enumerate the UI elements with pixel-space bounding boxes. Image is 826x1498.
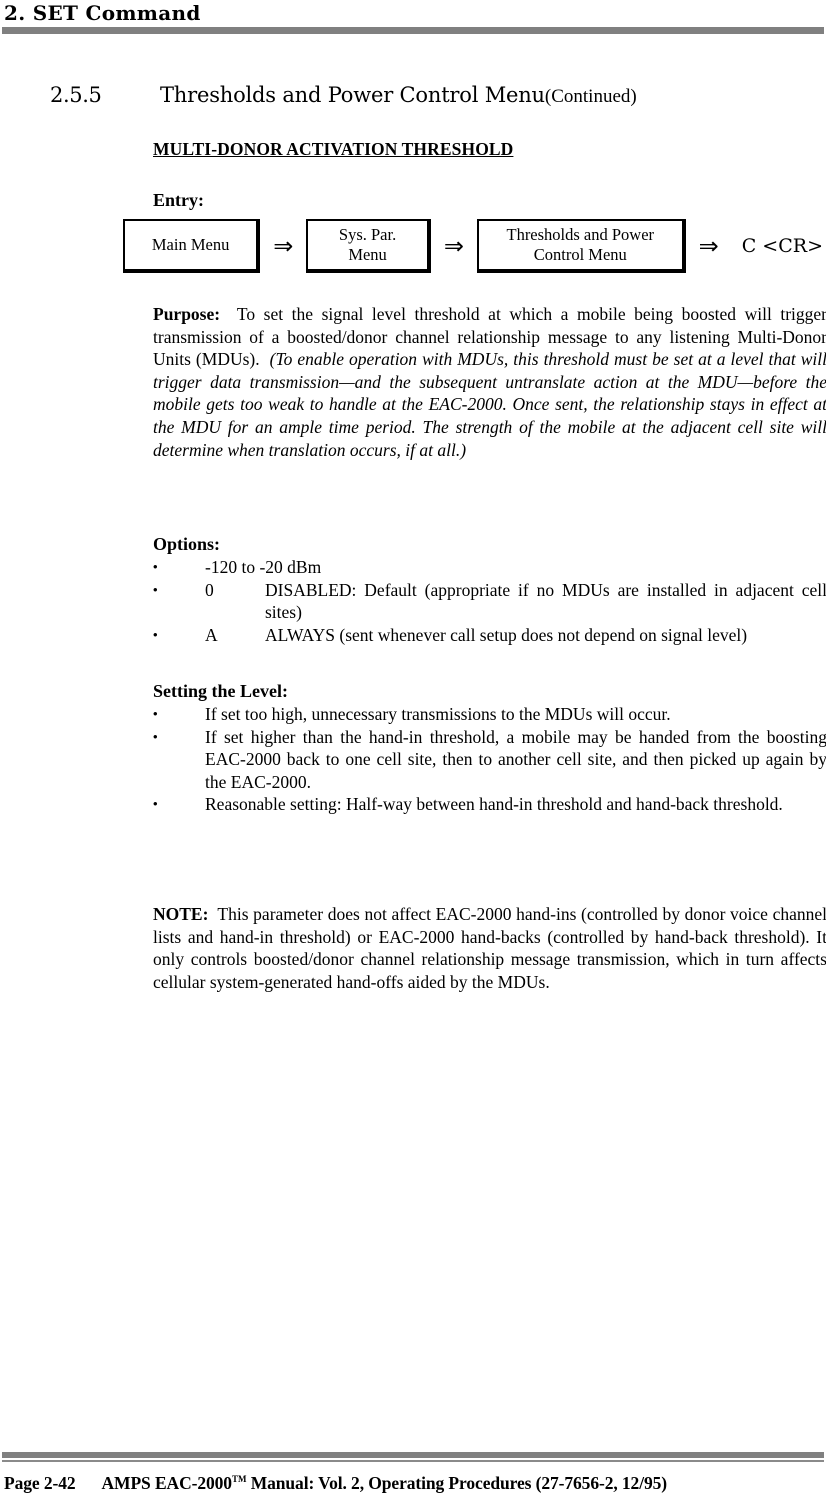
options-list-item: • 0 DISABLED: Default (appropriate if no… — [153, 579, 826, 624]
parameter-name: MULTI-DONOR ACTIVATION THRESHOLD — [153, 139, 514, 159]
flow-box-thresholds-line2: Control Menu — [533, 245, 627, 264]
section-number: 2.5.5 — [50, 83, 102, 107]
parameter-heading-wrap: MULTI-DONOR ACTIVATION THRESHOLD Entry: — [153, 138, 826, 211]
flow-arrow-icon-1: ⇒ — [273, 232, 294, 260]
footer-manual-title-part1: AMPS EAC-2000 — [101, 1473, 233, 1493]
flow-arrow-icon-2: ⇒ — [443, 232, 464, 260]
note-section: NOTE: This parameter does not affect EAC… — [153, 903, 826, 993]
footer-manual-title-part2: Manual: Vol. 2, Operating Procedures (27… — [246, 1473, 667, 1493]
flow-box-sys-par-menu: Sys. Par. Menu — [306, 219, 431, 273]
flow-box-main-menu-label: Main Menu — [151, 235, 230, 254]
flow-command-keystroke: C <CR> — [741, 235, 823, 257]
flow-box-sys-par-menu-line2: Menu — [348, 245, 387, 264]
options-label: Options: — [153, 534, 221, 554]
options-item-text: ALWAYS (sent whenever call setup does no… — [265, 624, 748, 645]
flow-box-thresholds-line1: Thresholds and Power — [506, 225, 655, 244]
bullet-icon: • — [153, 796, 158, 812]
flow-box-main-menu: Main Menu — [123, 219, 261, 273]
entry-path-diagram: Main Menu ⇒ Sys. Par. Menu ⇒ Thresholds … — [123, 219, 823, 273]
note-text: This parameter does not affect EAC-2000 … — [153, 904, 826, 992]
bullet-icon: • — [153, 706, 158, 721]
purpose-section: Purpose: To set the signal level thresho… — [153, 303, 826, 461]
chapter-title: 2. SET Command — [4, 1, 201, 25]
section-heading: 2.5.5 Thresholds and Power Control Menu(C… — [50, 82, 816, 110]
flow-box-thresholds-power-control-menu: Thresholds and Power Control Menu — [476, 219, 686, 273]
section-continued-marker: (Continued) — [544, 86, 637, 107]
setting-level-label: Setting the Level: — [153, 681, 288, 701]
setting-level-section: Setting the Level: • If set too high, un… — [153, 679, 826, 816]
note-label: NOTE: — [153, 904, 209, 924]
bullet-icon: • — [153, 626, 158, 642]
setting-level-list-item: • If set too high, unnecessary transmiss… — [153, 703, 826, 726]
options-list-item: • A ALWAYS (sent whenever call setup doe… — [153, 624, 826, 647]
footer-text: Page 2-42 AMPS EAC-2000TM Manual: Vol. 2,… — [0, 1462, 826, 1498]
bullet-icon: • — [153, 581, 158, 597]
options-list-item: • -120 to -20 dBm — [153, 556, 826, 579]
page-header: 2. SET Command — [0, 0, 826, 34]
options-item-key: A — [205, 624, 218, 645]
bullet-icon: • — [153, 728, 158, 744]
footer-page-number: Page 2-42 — [4, 1473, 76, 1493]
purpose-paragraph: Purpose: To set the signal level thresho… — [153, 303, 826, 461]
setting-level-item-text: If set too high, unnecessary transmissio… — [205, 704, 671, 724]
footer-divider-rule-thick — [2, 1452, 824, 1459]
setting-level-list-item: • If set higher than the hand-in thresho… — [153, 726, 826, 794]
options-item-key: 0 — [205, 579, 214, 600]
setting-level-item-text: Reasonable setting: Half-way between han… — [205, 794, 783, 815]
note-paragraph: NOTE: This parameter does not affect EAC… — [153, 903, 826, 993]
setting-level-item-text: If set higher than the hand-in threshold… — [205, 726, 826, 792]
flow-arrow-icon-3: ⇒ — [698, 232, 719, 260]
header-divider-rule — [2, 27, 824, 34]
options-item-text: DISABLED: Default (appropriate if no MDU… — [265, 579, 826, 623]
flow-box-sys-par-menu-label: Sys. Par. Menu — [339, 225, 396, 265]
purpose-label: Purpose: — [153, 304, 221, 324]
bullet-icon: • — [153, 559, 158, 574]
entry-label: Entry: — [153, 189, 204, 210]
options-section: Options: • -120 to -20 dBm • 0 DISABLED:… — [153, 532, 826, 646]
flow-box-sys-par-menu-line1: Sys. Par. — [338, 225, 397, 244]
section-title: Thresholds and Power Control Menu — [160, 83, 545, 107]
flow-box-thresholds-label: Thresholds and Power Control Menu — [506, 225, 654, 265]
options-item-text: -120 to -20 dBm — [205, 557, 322, 577]
setting-level-list-item: • Reasonable setting: Half-way between h… — [153, 793, 826, 816]
trademark-icon: TM — [231, 1474, 247, 1485]
page-footer: Page 2-42 AMPS EAC-2000TM Manual: Vol. 2,… — [0, 1452, 826, 1498]
